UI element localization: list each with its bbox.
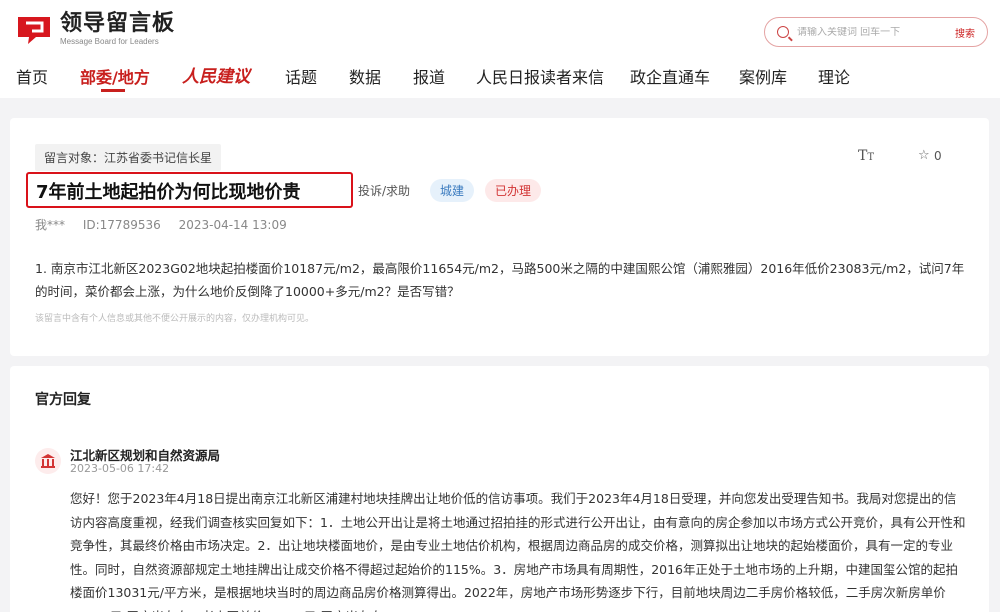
nav-item-enterprise[interactable]: 政企直通车 — [630, 64, 710, 88]
message-body: 1. 南京市江北新区2023G02地块起拍楼面价10187元/m2，最高限价11… — [35, 261, 965, 299]
site-logo[interactable]: 领导留言板 Message Board for Leaders — [16, 12, 175, 47]
nav-item-data[interactable]: 数据 — [349, 64, 381, 88]
star-icon[interactable]: ☆ — [918, 148, 930, 163]
font-size-icon[interactable]: TT — [858, 148, 874, 164]
nav-item-people-suggestion[interactable]: 人民建议 — [182, 62, 250, 87]
message-target: 留言对象：江苏省委书记信长星 — [35, 144, 222, 171]
reply-body: 您好！您于2023年4月18日提出南京江北新区浦建村地块挂牌出让地价低的信访事项… — [70, 491, 966, 612]
nav-item-departments[interactable]: 部委/地方 — [80, 64, 150, 88]
search-box: 搜索 — [764, 17, 988, 47]
nav-item-reports[interactable]: 报道 — [413, 64, 445, 88]
reply-section-title: 官方回复 — [35, 392, 91, 408]
message-card: 留言对象：江苏省委书记信长星 7年前土地起拍价为何比现地价贵 投诉/求助 城建 … — [10, 118, 989, 356]
message-datetime: 2023-04-14 13:09 — [178, 218, 287, 232]
nav-active-indicator — [101, 89, 125, 92]
site-header: 领导留言板 Message Board for Leaders 搜索 首页 部委… — [0, 0, 1000, 98]
nav-item-topics[interactable]: 话题 — [285, 64, 317, 88]
reply-card: 官方回复 江北新区规划和自然资源局 2023-05-06 17:42 您好！您于… — [10, 366, 989, 612]
search-icon — [777, 26, 789, 38]
message-meta: 我*** ID:17789536 2023-04-14 13:09 — [35, 216, 301, 233]
privacy-note: 该留言中含有个人信息或其他不便公开展示的内容，仅办理机构可见。 — [35, 314, 315, 324]
government-building-icon — [35, 448, 61, 474]
nav-item-theory[interactable]: 理论 — [818, 64, 850, 88]
category-tag[interactable]: 城建 — [430, 179, 475, 202]
logo-mark-icon — [16, 15, 52, 45]
nav-item-cases[interactable]: 案例库 — [739, 64, 787, 88]
author-name: 我*** — [35, 218, 66, 232]
type-tag: 投诉/求助 — [358, 184, 411, 198]
logo-subtitle: Message Board for Leaders — [60, 37, 159, 46]
logo-title: 领导留言板 — [60, 11, 176, 36]
message-title: 7年前土地起拍价为何比现地价贵 — [36, 182, 301, 203]
star-count: 0 — [934, 149, 942, 163]
search-button[interactable]: 搜索 — [955, 25, 975, 40]
reply-date: 2023-05-06 17:42 — [70, 462, 170, 475]
search-input[interactable] — [797, 26, 937, 38]
nav-item-home[interactable]: 首页 — [16, 64, 48, 88]
status-badge: 已办理 — [485, 179, 542, 202]
message-id: ID:17789536 — [82, 218, 161, 232]
nav-item-readers-letters[interactable]: 人民日报读者来信 — [476, 64, 604, 88]
